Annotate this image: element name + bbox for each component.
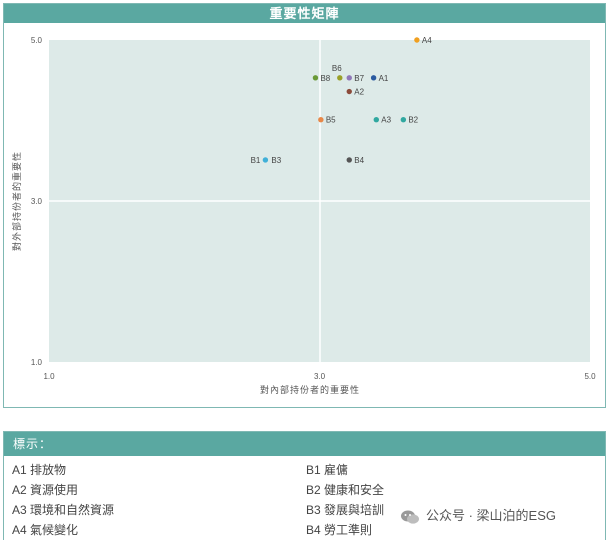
- data-label-b1: B1: [251, 156, 261, 165]
- legend-item: B3 發展與培訓: [306, 503, 385, 517]
- data-point-a3: [373, 116, 380, 123]
- data-label-b4: B4: [354, 156, 364, 165]
- data-point-a2: [346, 88, 352, 95]
- data-label-b5: B5: [326, 116, 336, 125]
- data-point-b8: [312, 75, 319, 81]
- watermark: 公众号 · 梁山泊的ESG: [400, 507, 556, 525]
- x-tick-label: 5.0: [584, 372, 596, 381]
- data-label-b8: B8: [320, 74, 330, 83]
- legend-item: B2 健康和安全: [306, 483, 385, 497]
- materiality-chart: 1.0 3.0 5.0 1.0 3.0 5.0 A4 B6B8 B7 A1 A2 B5 A3 B2 B1 B…: [11, 36, 596, 395]
- data-point-b6: [337, 75, 343, 81]
- x-axis-label: 對內部持份者的重要性: [260, 384, 360, 395]
- y-tick-label: 5.0: [31, 36, 43, 45]
- data-label-a1: A1: [379, 74, 389, 83]
- legend-column-a: A1 排放物 A2 資源使用 A3 環境和自然資源 A4 氣候變化: [12, 460, 114, 540]
- legend-item: B4 勞工準則: [306, 523, 373, 537]
- data-point-b4: [346, 157, 352, 163]
- legend-column-b: B1 雇傭 B2 健康和安全 B3 發展與培訓 B4 勞工準則: [306, 460, 384, 540]
- data-label-a2: A2: [354, 88, 364, 97]
- y-tick-label: 3.0: [31, 197, 43, 206]
- legend-heading: 標示：: [4, 432, 605, 456]
- watermark-text: 公众号 · 梁山泊的ESG: [426, 508, 557, 523]
- data-label-a3: A3: [381, 116, 391, 125]
- x-tick-label: 1.0: [43, 372, 55, 381]
- data-label-a4: A4: [422, 36, 432, 45]
- legend-item: A4 氣候變化: [12, 523, 79, 537]
- y-tick-label: 1.0: [31, 358, 43, 367]
- data-label-b6: B6: [332, 64, 342, 73]
- data-point-b2: [400, 116, 407, 123]
- wechat-icon: [401, 510, 419, 524]
- data-point-a1: [370, 75, 377, 81]
- legend-item: B1 雇傭: [306, 463, 349, 477]
- data-label-b7: B7: [354, 74, 364, 83]
- data-point-b7: [346, 75, 352, 81]
- x-tick-label: 3.0: [314, 372, 326, 381]
- legend-item: A2 資源使用: [12, 483, 79, 497]
- data-label-b2: B2: [408, 116, 418, 125]
- data-point-b1: [262, 157, 269, 163]
- data-point-a4: [414, 37, 420, 43]
- y-axis-label: 對外部持份者的重要性: [11, 151, 22, 251]
- legend-item: A1 排放物: [12, 463, 67, 477]
- data-point-b5: [318, 116, 324, 123]
- legend-item: A3 環境和自然資源: [12, 503, 115, 517]
- data-label-b3: B3: [271, 156, 281, 165]
